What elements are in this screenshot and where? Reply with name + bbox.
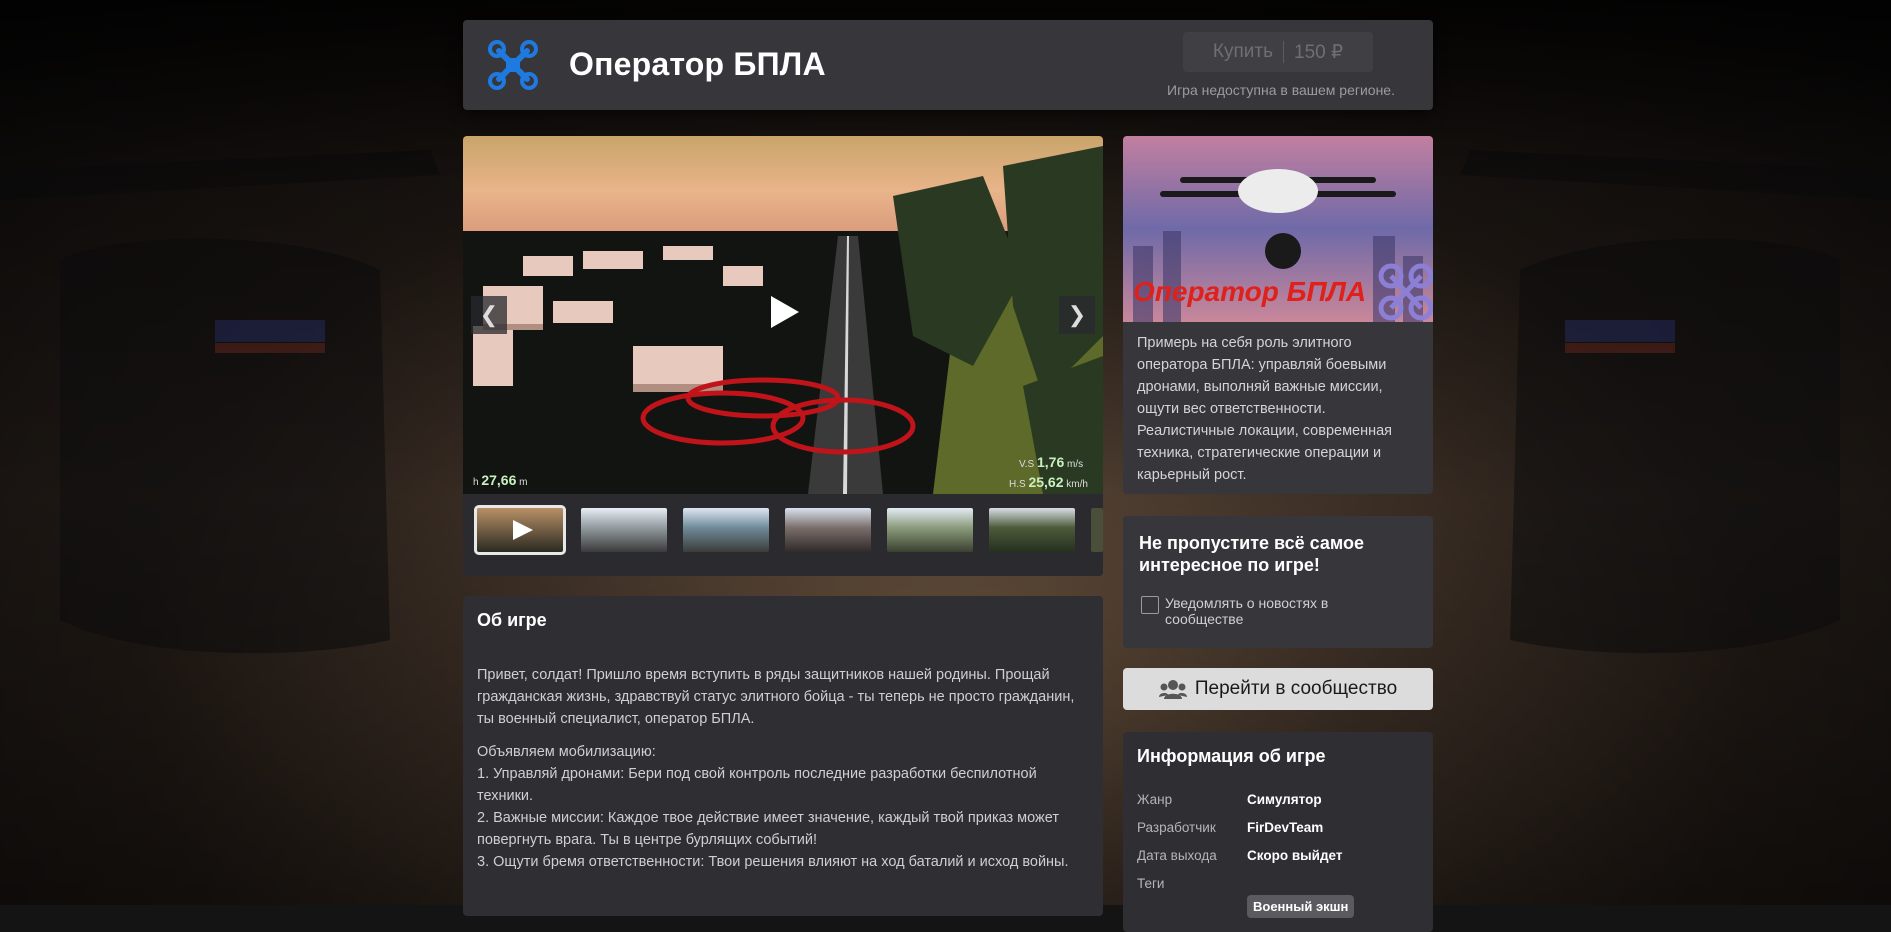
tag-badge[interactable]: Военный экшн <box>1247 895 1355 918</box>
video-player[interactable]: ❮ ❯ h 27,66 m V.S 1,76 m/s H.S 25,62 km/… <box>463 136 1103 494</box>
hud-height: h 27,66 m <box>473 472 528 488</box>
about-game-panel: Об игре Привет, солдат! Пришло время вст… <box>463 596 1103 916</box>
buy-label: Купить <box>1212 41 1273 62</box>
notify-checkbox[interactable] <box>1141 596 1159 614</box>
thumbnail-screenshot[interactable] <box>581 508 667 552</box>
developer-value[interactable]: FirDevTeam <box>1247 820 1323 835</box>
game-info-panel: Информация об игре Жанр Симулятор Разраб… <box>1123 732 1433 932</box>
about-intro: Привет, солдат! Пришло время вступить в … <box>477 667 1075 727</box>
hud-horizontal-speed: H.S 25,62 km/h <box>1009 474 1088 490</box>
buy-divider <box>1283 41 1284 63</box>
info-title: Информация об игре <box>1137 746 1326 766</box>
notify-checkbox-label[interactable]: Уведомлять о новостях в сообществе <box>1165 595 1405 627</box>
thumbnail-screenshot[interactable] <box>683 508 769 552</box>
thumbnail-screenshot[interactable] <box>785 508 871 552</box>
region-notice: Игра недоступна в вашем регионе. <box>1167 82 1395 98</box>
drone-logo-icon <box>488 40 538 90</box>
notify-title: Не пропустите всё самое интересное по иг… <box>1139 533 1364 575</box>
thumbnail-screenshot[interactable] <box>1091 508 1103 552</box>
release-date-label: Дата выхода <box>1137 848 1217 863</box>
next-media-button[interactable]: ❯ <box>1059 296 1095 334</box>
release-date-value: Скоро выйдет <box>1247 848 1343 863</box>
cover-art-title: Оператор БПЛА <box>1133 276 1366 307</box>
game-header: Оператор БПЛА Купить 150 ₽ Игра недоступ… <box>463 20 1433 110</box>
users-icon <box>1158 680 1187 699</box>
thumbnail-screenshot[interactable] <box>989 508 1075 552</box>
play-icon[interactable] <box>763 292 803 332</box>
game-cover-card: Оператор БПЛА Примерь на себя роль элитн… <box>1123 136 1433 494</box>
buy-price: 150 ₽ <box>1294 41 1344 63</box>
tags-label: Теги <box>1137 876 1165 891</box>
about-title: Об игре <box>477 610 547 630</box>
go-to-community-button[interactable]: Перейти в сообщество <box>1123 668 1433 710</box>
thumbnail-video[interactable] <box>474 505 566 555</box>
play-icon <box>513 520 533 540</box>
page-title: Оператор БПЛА <box>569 46 826 82</box>
game-description: Примерь на себя роль элитного оператора … <box>1137 335 1393 483</box>
about-list-title: Объявляем мобилизацию: <box>477 744 656 760</box>
genre-label: Жанр <box>1137 792 1173 807</box>
thumbnail-strip <box>463 494 1103 576</box>
buy-button[interactable]: Купить 150 ₽ <box>1183 32 1373 72</box>
community-button-label: Перейти в сообщество <box>1194 678 1398 699</box>
notify-panel: Не пропустите всё самое интересное по иг… <box>1123 516 1433 648</box>
hud-vertical-speed: V.S 1,76 m/s <box>1019 454 1084 470</box>
about-item: 1. Управляй дронами: Бери под свой контр… <box>477 766 1037 804</box>
genre-value[interactable]: Симулятор <box>1247 792 1322 807</box>
cover-art: Оператор БПЛА <box>1123 136 1433 322</box>
about-item: 2. Важные миссии: Каждое твое действие и… <box>477 810 1059 848</box>
prev-media-button[interactable]: ❮ <box>471 296 507 334</box>
about-item: 3. Ощути бремя ответственности: Твои реш… <box>477 854 1069 870</box>
media-gallery: ❮ ❯ h 27,66 m V.S 1,76 m/s H.S 25,62 km/… <box>463 136 1103 576</box>
developer-label: Разработчик <box>1137 820 1216 835</box>
thumbnail-screenshot[interactable] <box>887 508 973 552</box>
